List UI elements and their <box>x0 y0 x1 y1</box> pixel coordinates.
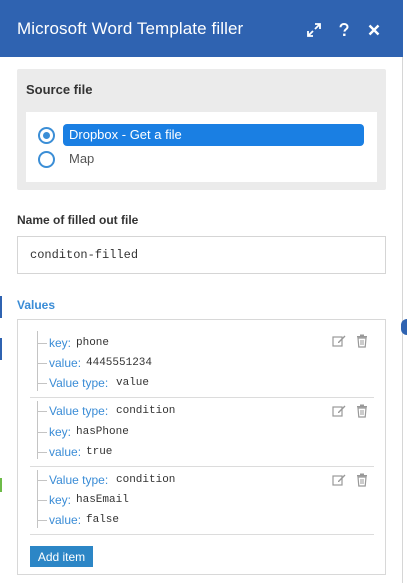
item-key-label: key: <box>49 493 72 507</box>
tree-tick <box>37 363 47 364</box>
tree-line <box>37 401 38 459</box>
item-divider <box>30 534 374 535</box>
item-value: condition <box>116 474 176 486</box>
item-key-label: value: <box>49 513 82 527</box>
edit-icon[interactable] <box>331 472 347 488</box>
tree-tick <box>37 452 47 453</box>
item-value: hasPhone <box>76 426 129 438</box>
tree-tick <box>37 480 47 481</box>
item-key-label: Value type: <box>49 473 109 487</box>
source-file-section: Source file Dropbox - Get a file Map <box>17 69 386 190</box>
list-item: Value type: condition key: hasPhone valu… <box>30 401 374 471</box>
edit-icon[interactable] <box>331 403 347 419</box>
source-option-dropbox[interactable]: Dropbox - Get a file <box>26 124 366 146</box>
add-item-button[interactable]: Add item <box>30 546 93 567</box>
tree-tick <box>37 520 47 521</box>
trash-icon[interactable] <box>354 472 370 488</box>
trash-icon[interactable] <box>354 403 370 419</box>
tree-tick <box>37 343 47 344</box>
item-key-label: Value type: <box>49 376 109 390</box>
tree-line <box>37 331 38 391</box>
source-options: Dropbox - Get a file Map <box>26 112 377 182</box>
radio-unchecked-icon[interactable] <box>38 151 55 168</box>
tree-tick <box>37 432 47 433</box>
connector-handle <box>401 319 407 335</box>
item-key-label: value: <box>49 445 82 459</box>
item-divider <box>30 397 374 398</box>
item-key-label: key: <box>49 336 72 350</box>
values-label: Values <box>17 298 56 312</box>
item-value: value <box>116 377 150 389</box>
filled-file-label: Name of filled out file <box>17 213 139 227</box>
edge-marker <box>0 478 2 492</box>
help-icon[interactable] <box>329 19 359 41</box>
item-value: condition <box>116 405 176 417</box>
source-option-label: Dropbox - Get a file <box>63 124 364 146</box>
tree-tick <box>37 411 47 412</box>
edge-marker <box>0 296 2 318</box>
item-value: phone <box>76 337 110 349</box>
source-option-label: Map <box>69 151 95 166</box>
module-dialog: Microsoft Word Template filler Source fi… <box>0 0 403 583</box>
item-key-label: value: <box>49 356 82 370</box>
expand-icon[interactable] <box>299 19 329 41</box>
radio-checked-icon[interactable] <box>38 127 55 144</box>
dialog-title: Microsoft Word Template filler <box>17 18 244 38</box>
list-item: key: phone value: 4445551234 Value type:… <box>30 331 374 401</box>
source-option-map[interactable]: Map <box>26 148 366 170</box>
filled-file-input[interactable] <box>17 236 386 274</box>
edit-icon[interactable] <box>331 333 347 349</box>
tree-tick <box>37 383 47 384</box>
item-value: true <box>86 446 113 458</box>
item-value: 4445551234 <box>86 357 153 369</box>
edge-marker <box>0 338 2 360</box>
trash-icon[interactable] <box>354 333 370 349</box>
item-value: false <box>86 514 120 526</box>
item-key-label: Value type: <box>49 404 109 418</box>
values-list: key: phone value: 4445551234 Value type:… <box>17 319 386 575</box>
item-value: hasEmail <box>76 494 129 506</box>
tree-tick <box>37 500 47 501</box>
source-file-label: Source file <box>26 82 93 97</box>
dialog-header: Microsoft Word Template filler <box>0 0 403 57</box>
item-key-label: key: <box>49 425 72 439</box>
close-icon[interactable] <box>359 19 389 41</box>
list-item: Value type: condition key: hasEmail valu… <box>30 470 374 540</box>
item-divider <box>30 466 374 467</box>
